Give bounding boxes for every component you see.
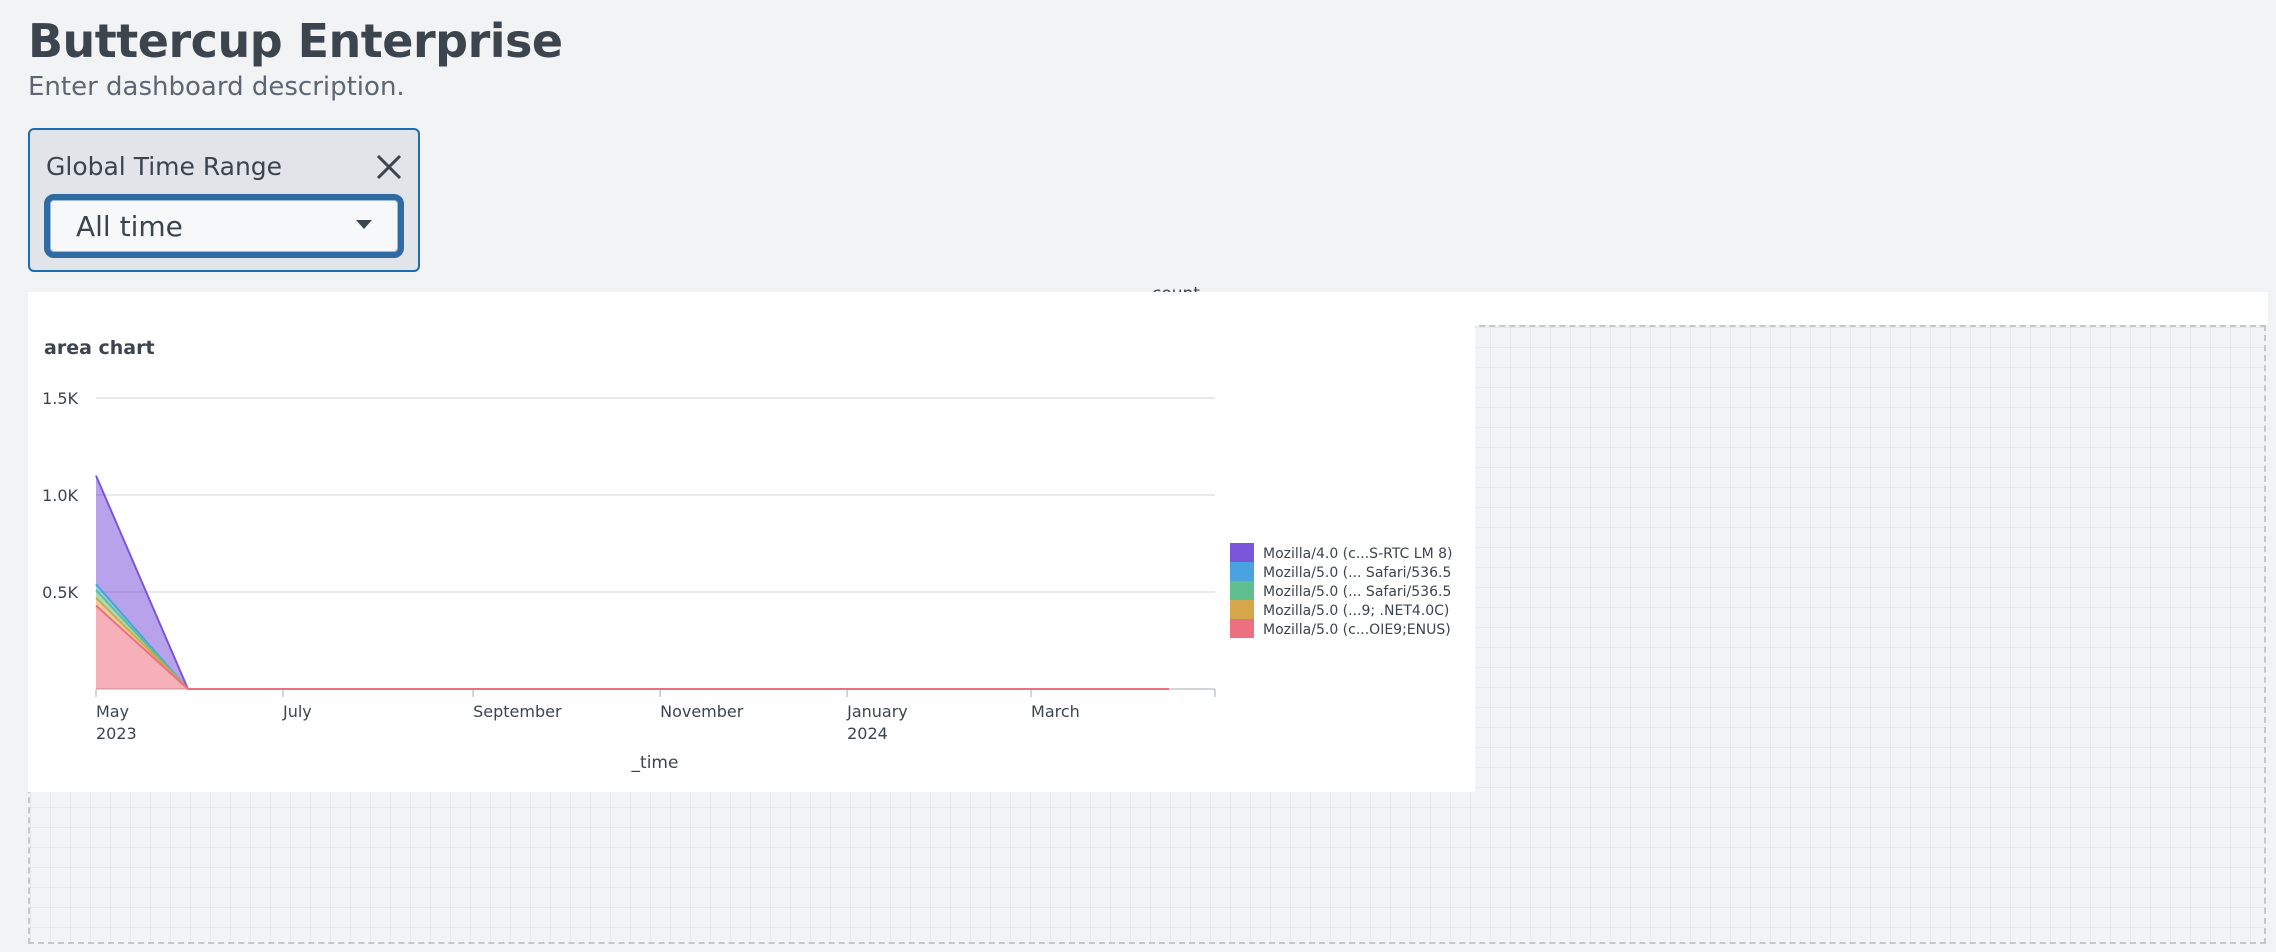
dashboard-title: Buttercup Enterprise — [28, 14, 563, 68]
time-range-selected-value: All time — [76, 210, 183, 243]
legend-swatch[interactable] — [1230, 619, 1254, 638]
chart-title: area chart — [44, 337, 155, 359]
close-icon[interactable] — [374, 152, 404, 182]
global-time-range-input: Global Time Range All time — [28, 128, 420, 272]
legend-swatch[interactable] — [1230, 543, 1254, 562]
legend-label[interactable]: Mozilla/5.0 (... Safari/536.5 — [1263, 565, 1451, 581]
legend-label[interactable]: Mozilla/5.0 (c...OIE9;ENUS) — [1263, 622, 1451, 638]
legend-label[interactable]: Mozilla/4.0 (c...S-RTC LM 8) — [1263, 546, 1453, 562]
legend-label[interactable]: Mozilla/5.0 (...9; .NET4.0C) — [1263, 603, 1449, 619]
time-range-label: Global Time Range — [46, 152, 283, 181]
chevron-down-icon — [356, 220, 372, 229]
dashboard-description[interactable]: Enter dashboard description. — [28, 72, 405, 102]
time-range-select[interactable]: All time — [44, 194, 404, 258]
legend-swatch[interactable] — [1230, 562, 1254, 581]
legend-label[interactable]: Mozilla/5.0 (... Safari/536.5 — [1263, 584, 1451, 600]
legend-swatch[interactable] — [1230, 600, 1254, 619]
legend-swatch[interactable] — [1230, 581, 1254, 600]
area-chart-panel[interactable] — [28, 292, 1475, 792]
